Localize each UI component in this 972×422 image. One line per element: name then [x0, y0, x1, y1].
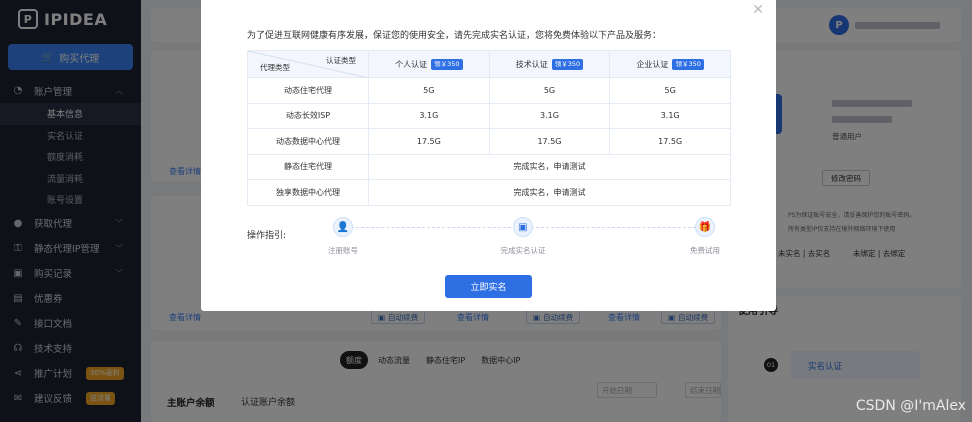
table-cell: 5G	[488, 77, 611, 104]
table-header-row: 认证类型 代理类型 个人认证 领￥350 技术认证 领￥350 企业认证 领￥350	[247, 50, 731, 78]
id-card-icon: ▣	[513, 217, 533, 237]
realname-modal: ✕ 为了促进互联网健康有序发展，保证您的使用安全，请先完成实名认证，您将免费体验…	[201, 0, 776, 311]
step-connector	[351, 227, 511, 228]
close-icon[interactable]: ✕	[752, 2, 764, 18]
header-corner-top: 认证类型	[326, 56, 356, 65]
row-type: 独享数据中心代理	[247, 179, 369, 206]
table-row: 独享数据中心代理 完成实名，申请测试	[247, 179, 731, 206]
step-label: 注册账号	[328, 246, 358, 255]
table-row: 动态住宅代理 5G 5G 5G	[247, 77, 731, 104]
table-cell: 5G	[609, 77, 731, 104]
step-free-trial: 🎁 免费试用	[681, 217, 729, 256]
reward-badge: 领￥350	[431, 58, 463, 70]
modal-intro: 为了促进互联网健康有序发展，保证您的使用安全，请先完成实名认证，您将免费体验以下…	[247, 31, 662, 41]
realname-submit-button[interactable]: 立即实名	[445, 275, 532, 298]
table-cell: 17.5G	[488, 128, 611, 155]
table-row: 动态长效ISP 3.1G 3.1G 3.1G	[247, 102, 731, 129]
header-corner-cell: 认证类型 代理类型	[247, 50, 369, 78]
reward-badge: 领￥350	[551, 58, 584, 70]
row-type: 动态长效ISP	[247, 102, 369, 129]
merged-cell: 完成实名，申请测试	[368, 179, 731, 206]
step-realname: ▣ 完成实名认证	[493, 217, 553, 256]
table-cell: 17.5G	[368, 128, 490, 155]
table-cell: 3.1G	[609, 102, 731, 129]
step-label: 完成实名认证	[500, 246, 546, 255]
column-label: 个人认证	[395, 59, 428, 69]
table-row: 动态数据中心代理 17.5G 17.5G 17.5G	[247, 128, 731, 155]
merged-cell: 完成实名，申请测试	[368, 153, 731, 180]
row-type: 动态住宅代理	[247, 77, 369, 104]
header-corner-bottom: 代理类型	[260, 63, 290, 72]
column-label: 企业认证	[636, 59, 669, 69]
step-label: 免费试用	[690, 246, 720, 255]
benefit-table: 认证类型 代理类型 个人认证 领￥350 技术认证 领￥350 企业认证 领￥350 …	[247, 50, 731, 206]
table-cell: 17.5G	[609, 128, 731, 155]
gift-icon: 🎁	[695, 217, 715, 237]
step-connector	[531, 227, 696, 228]
column-header: 企业认证 领￥350	[609, 50, 731, 78]
column-header: 技术认证 领￥350	[488, 50, 611, 78]
column-label: 技术认证	[515, 59, 548, 69]
row-type: 静态住宅代理	[247, 153, 369, 180]
table-cell: 5G	[368, 77, 490, 104]
column-header: 个人认证 领￥350	[368, 50, 490, 78]
table-cell: 3.1G	[488, 102, 611, 129]
watermark: CSDN @I'mAlex	[855, 398, 966, 414]
table-row: 静态住宅代理 完成实名，申请测试	[247, 153, 731, 180]
reward-badge: 领￥350	[672, 58, 704, 70]
step-register: 👤 注册账号	[319, 217, 367, 256]
table-cell: 3.1G	[368, 102, 490, 129]
user-icon: 👤	[333, 217, 353, 237]
guide-label: 操作指引:	[247, 231, 287, 241]
row-type: 动态数据中心代理	[247, 128, 369, 155]
